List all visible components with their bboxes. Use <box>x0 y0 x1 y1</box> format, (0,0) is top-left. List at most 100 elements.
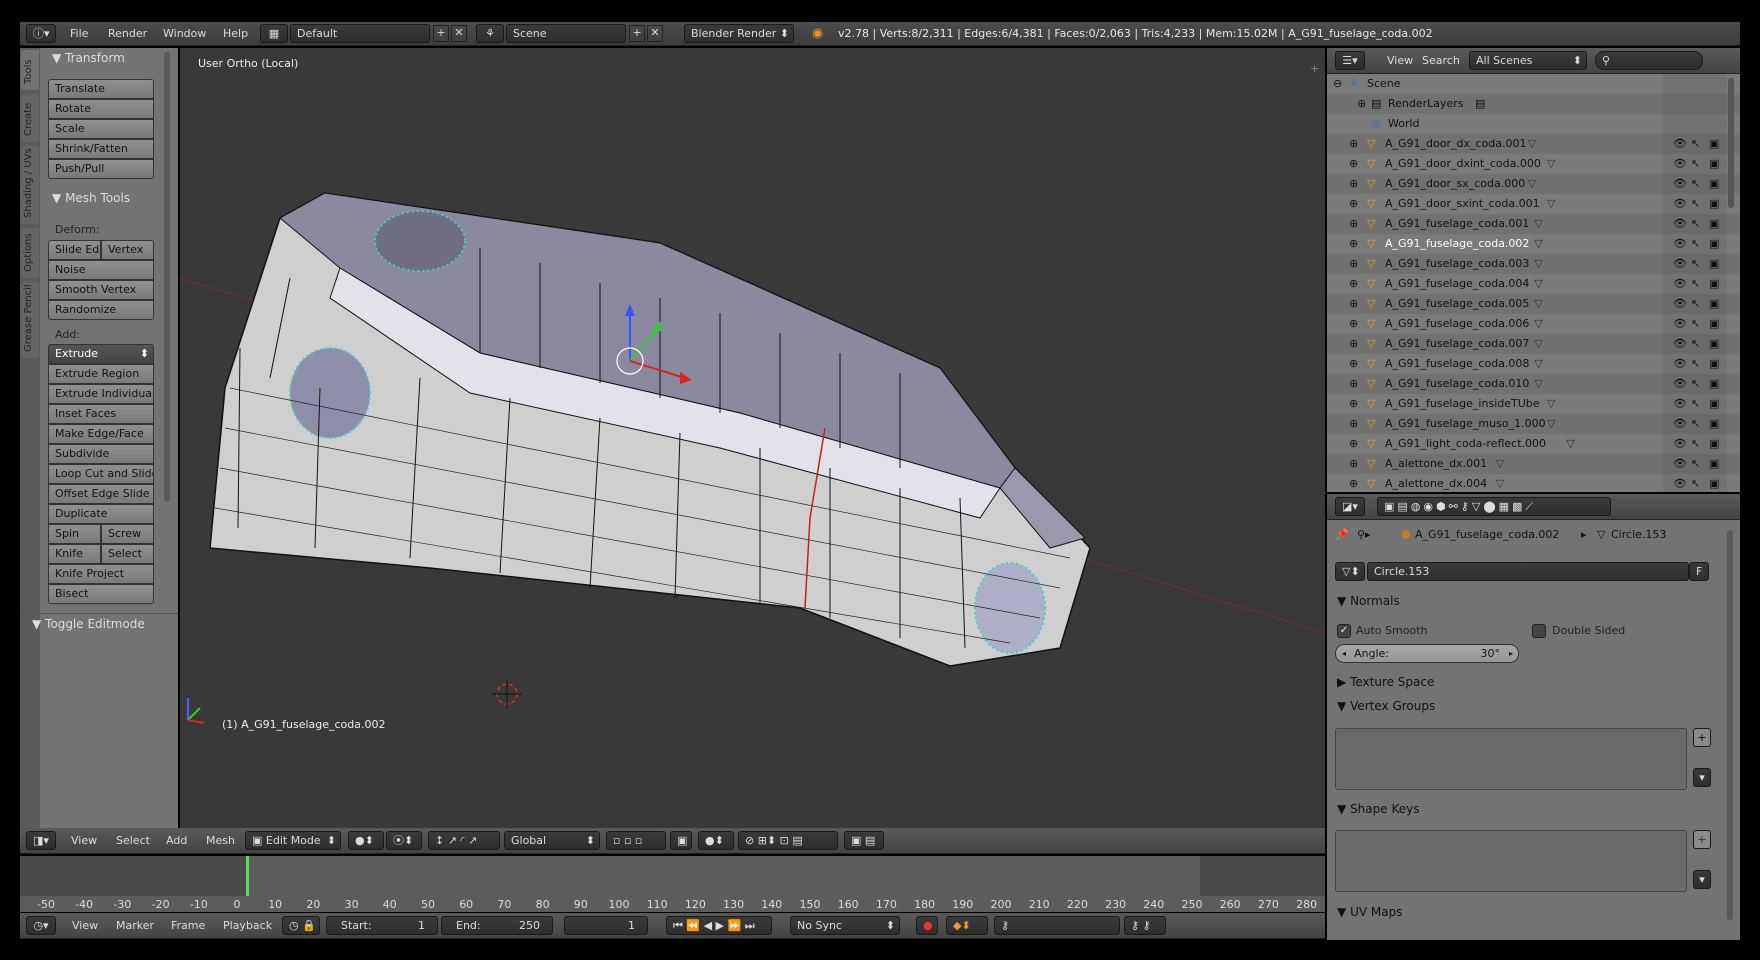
selectable-arrow-icon[interactable]: ↖ <box>1691 354 1700 374</box>
timeline-menu-marker[interactable]: Marker <box>116 916 154 936</box>
orientation-dropdown[interactable]: Global ⬍ <box>504 831 600 850</box>
renderable-camera-icon[interactable]: ▣ <box>1709 414 1719 434</box>
renderable-camera-icon[interactable]: ▣ <box>1709 474 1719 492</box>
sync-dropdown[interactable]: No Sync ⬍ <box>790 916 900 935</box>
3d-viewport[interactable]: User Ortho (Local) (1) A_G91_fuselage_co… <box>180 48 1325 828</box>
expand-sidebar-icon[interactable]: + <box>1310 62 1319 75</box>
shape-key-menu-button[interactable]: ▾ <box>1693 870 1711 889</box>
end-frame-field[interactable]: End: 250 <box>441 916 553 935</box>
outliner-world-row[interactable]: ◍ World <box>1327 114 1687 134</box>
offset-edge-slide-button[interactable]: Offset Edge Slide <box>48 484 154 504</box>
render-engine-dropdown[interactable]: Blender Render ⬍ <box>684 24 794 43</box>
uv-maps-panel-header[interactable]: ▼ UV Maps <box>1337 905 1402 919</box>
scene-field[interactable]: Scene <box>506 24 626 43</box>
outliner-object-row[interactable]: ⊕ ▽ A_G91_fuselage_coda.004 ▽ 👁 ↖ ▣ <box>1327 274 1719 294</box>
selectable-arrow-icon[interactable]: ↖ <box>1691 314 1700 334</box>
toggle-editmode-header[interactable]: ▼ Toggle Editmode <box>32 617 145 631</box>
tab-create[interactable]: Create <box>21 94 39 142</box>
selectable-arrow-icon[interactable]: ↖ <box>1691 234 1700 254</box>
viewport-editor-type[interactable]: ◨▾ <box>26 831 56 850</box>
tab-options[interactable]: Options <box>21 228 39 278</box>
outliner-editor-type[interactable]: ☰▾ <box>1335 51 1365 70</box>
close-scene-icon[interactable]: ✕ <box>647 25 663 42</box>
selectable-arrow-icon[interactable]: ↖ <box>1691 254 1700 274</box>
timeline-menu-view[interactable]: View <box>72 916 98 936</box>
selectable-arrow-icon[interactable]: ↖ <box>1691 274 1700 294</box>
record-button[interactable]: ● <box>916 916 938 935</box>
normals-panel-header[interactable]: ▼ Normals <box>1337 594 1400 608</box>
duplicate-button[interactable]: Duplicate <box>48 504 154 524</box>
visibility-eye-icon[interactable]: 👁 <box>1673 314 1687 334</box>
renderable-camera-icon[interactable]: ▣ <box>1709 354 1719 374</box>
start-frame-field[interactable]: Start: 1 <box>326 916 438 935</box>
mesh-name-field[interactable]: Circle.153 <box>1367 562 1689 581</box>
outliner-object-row[interactable]: ⊕ ▽ A_G91_door_sxint_coda.001 ▽ 👁 ↖ ▣ <box>1327 194 1719 214</box>
add-layout-icon[interactable]: + <box>433 25 449 42</box>
outliner-object-row[interactable]: ⊕ ▽ A_G91_fuselage_coda.006 ▽ 👁 ↖ ▣ <box>1327 314 1719 334</box>
outliner-menu-view[interactable]: View <box>1387 51 1413 71</box>
menu-help[interactable]: Help <box>223 24 248 44</box>
extrude-dropdown[interactable]: Extrude ⬍ <box>48 344 154 364</box>
outliner-object-row[interactable]: ⊕ ▽ A_alettone_dx.001 ▽ 👁 ↖ ▣ <box>1327 454 1719 474</box>
randomize-button[interactable]: Randomize <box>48 300 154 320</box>
inset-faces-button[interactable]: Inset Faces <box>48 404 154 424</box>
keying-set-field[interactable]: ⚷ <box>994 916 1120 935</box>
selectable-arrow-icon[interactable]: ↖ <box>1691 394 1700 414</box>
snap-buttons[interactable]: ⊘ ⊞⬍ ⊡ ▤ <box>738 831 838 850</box>
visibility-eye-icon[interactable]: 👁 <box>1673 234 1687 254</box>
layout-field[interactable]: Default <box>290 24 430 43</box>
noise-button[interactable]: Noise <box>48 260 154 280</box>
select-mode-buttons[interactable]: ▫ ▫ ▫ <box>606 831 666 850</box>
outliner-object-row[interactable]: ⊕ ▽ A_G91_fuselage_coda.008 ▽ 👁 ↖ ▣ <box>1327 354 1719 374</box>
selectable-arrow-icon[interactable]: ↖ <box>1691 194 1700 214</box>
menu-window[interactable]: Window <box>163 24 206 44</box>
tool-shelf-scrollbar[interactable] <box>164 52 170 502</box>
add-scene-icon[interactable]: + <box>629 25 645 42</box>
texture-space-panel-header[interactable]: ▶ Texture Space <box>1337 675 1434 689</box>
menu-file[interactable]: File <box>70 24 88 44</box>
outliner-object-row[interactable]: ⊕ ▽ A_alettone_dx.004 ▽ 👁 ↖ ▣ <box>1327 474 1719 492</box>
outliner-object-row[interactable]: ⊕ ▽ A_G91_light_coda-reflect.000 ▽ 👁 ↖ ▣ <box>1327 434 1719 454</box>
tab-grease-pencil[interactable]: Grease Pencil <box>21 282 39 358</box>
push-pull-button[interactable]: Push/Pull <box>48 159 154 179</box>
selectable-arrow-icon[interactable]: ↖ <box>1691 454 1700 474</box>
visibility-eye-icon[interactable]: 👁 <box>1673 354 1687 374</box>
add-shape-key-button[interactable]: + <box>1693 830 1711 849</box>
outliner-object-row[interactable]: ⊕ ▽ A_G91_fuselage_coda.010 ▽ 👁 ↖ ▣ <box>1327 374 1719 394</box>
renderable-camera-icon[interactable]: ▣ <box>1709 194 1719 214</box>
transform-panel-header[interactable]: ▼ Transform <box>52 51 125 65</box>
viewport-menu-select[interactable]: Select <box>116 831 150 851</box>
renderable-camera-icon[interactable]: ▣ <box>1709 434 1719 454</box>
selectable-arrow-icon[interactable]: ↖ <box>1691 474 1700 492</box>
properties-scrollbar[interactable] <box>1727 530 1733 920</box>
slide-edge-button[interactable]: Slide Ed <box>48 240 101 260</box>
extrude-individual-button[interactable]: Extrude Individual <box>48 384 154 404</box>
mesh-browse-button[interactable]: ▽⬍ <box>1335 562 1365 581</box>
shape-keys-panel-header[interactable]: ▼ Shape Keys <box>1337 802 1419 816</box>
outliner-search-field[interactable]: ⚲ <box>1595 51 1703 70</box>
renderable-camera-icon[interactable]: ▣ <box>1709 374 1719 394</box>
pin-icon[interactable]: 📌 <box>1335 528 1349 541</box>
timeline-area[interactable]: -50 -40 -30 -20 -10 0 10 20 30 40 50 60 70 80 90 100 110… <box>20 856 1325 912</box>
properties-editor-type[interactable]: ◪▾ <box>1335 497 1365 516</box>
outliner-renderlayers-row[interactable]: ⊕ ▤ RenderLayers ▤ <box>1327 94 1687 114</box>
renderable-camera-icon[interactable]: ▣ <box>1709 294 1719 314</box>
visibility-eye-icon[interactable]: 👁 <box>1673 374 1687 394</box>
display-mode-dropdown[interactable]: All Scenes ⬍ <box>1469 51 1587 70</box>
visibility-eye-icon[interactable]: 👁 <box>1673 294 1687 314</box>
proportional-dropdown[interactable]: ●⬍ <box>698 831 734 850</box>
timeline-menu-frame[interactable]: Frame <box>171 916 205 936</box>
shrink-fatten-button[interactable]: Shrink/Fatten <box>48 139 154 159</box>
bisect-button[interactable]: Bisect <box>48 584 154 604</box>
visibility-eye-icon[interactable]: 👁 <box>1673 134 1687 154</box>
translate-button[interactable]: Translate <box>48 79 154 99</box>
tab-shading-uvs[interactable]: Shading / UVs <box>21 146 39 224</box>
smooth-vertex-button[interactable]: Smooth Vertex <box>48 280 154 300</box>
vertex-groups-list[interactable] <box>1335 728 1687 790</box>
current-frame-marker[interactable] <box>246 856 249 896</box>
selectable-arrow-icon[interactable]: ↖ <box>1691 414 1700 434</box>
outliner-object-row[interactable]: ⊕ ▽ A_G91_fuselage_coda.005 ▽ 👁 ↖ ▣ <box>1327 294 1719 314</box>
playback-controls[interactable]: ⏮ ⏪ ◀ ▶ ⏩ ⏭ <box>666 916 772 935</box>
renderable-camera-icon[interactable]: ▣ <box>1709 274 1719 294</box>
mesh-tools-panel-header[interactable]: ▼ Mesh Tools <box>52 191 130 205</box>
